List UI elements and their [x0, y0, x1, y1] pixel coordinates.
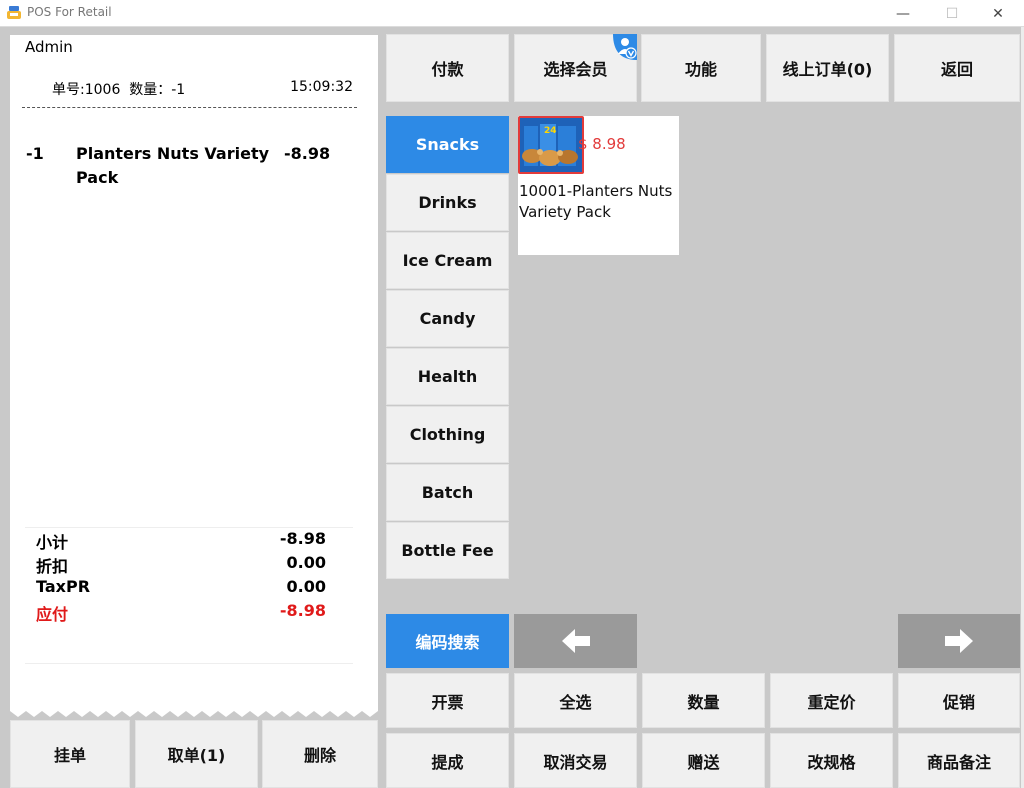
summary-bottom-divider [25, 663, 353, 664]
maximize-button[interactable]: ☐ [929, 0, 975, 27]
function-button[interactable]: 功能 [641, 34, 761, 102]
retrieve-order-button[interactable]: 取单(1) [135, 720, 258, 788]
arrow-right-icon [945, 629, 973, 653]
item-quantity: -1 [26, 144, 44, 163]
pay-button[interactable]: 付款 [386, 34, 509, 102]
change-spec-button[interactable]: 改规格 [770, 733, 893, 788]
product-image: 24 [518, 116, 584, 174]
product-price: $ 8.98 [578, 135, 626, 153]
select-member-button[interactable]: 选择会员 [514, 34, 637, 102]
amount-due-value: -8.98 [279, 601, 326, 620]
next-page-button[interactable] [898, 614, 1020, 668]
arrow-left-icon [561, 629, 590, 653]
item-price: -8.98 [284, 144, 331, 163]
delete-button[interactable]: 删除 [262, 720, 378, 788]
minimize-button[interactable]: — [880, 0, 926, 27]
category-ice-cream[interactable]: Ice Cream [386, 232, 509, 289]
code-search-button[interactable]: 编码搜索 [386, 614, 509, 668]
online-orders-button[interactable]: 线上订单(0) [766, 34, 889, 102]
cancel-transaction-button[interactable]: 取消交易 [514, 733, 637, 788]
product-name: 10001-Planters Nuts Variety Pack [519, 182, 673, 221]
amount-due-label: 应付 [36, 605, 69, 624]
commission-button[interactable]: 提成 [386, 733, 509, 788]
tax-label: TaxPR [36, 577, 91, 596]
promotion-button[interactable]: 促销 [898, 673, 1020, 728]
back-button[interactable]: 返回 [894, 34, 1020, 102]
tax-value: 0.00 [286, 577, 326, 596]
category-batch[interactable]: Batch [386, 464, 509, 521]
product-card[interactable]: 24 $ 8.98 10001-Planters Nuts Variety Pa… [518, 116, 679, 255]
select-all-button[interactable]: 全选 [514, 673, 637, 728]
close-button[interactable]: ✕ [975, 0, 1021, 27]
receipt-divider [22, 107, 357, 108]
previous-page-button[interactable] [514, 614, 637, 668]
category-snacks[interactable]: Snacks [386, 116, 509, 173]
order-time: 15:09:32 [290, 79, 353, 95]
window-title: POS For Retail [27, 5, 112, 19]
title-bar: POS For Retail — ☐ ✕ [0, 0, 1024, 27]
receipt-zigzag-edge [10, 705, 378, 717]
item-name: Planters Nuts Variety Pack [76, 144, 270, 187]
product-note-button[interactable]: 商品备注 [898, 733, 1020, 788]
discount-label: 折扣 [36, 557, 69, 576]
summary-divider [25, 527, 353, 528]
invoice-button[interactable]: 开票 [386, 673, 509, 728]
subtotal-value: -8.98 [279, 529, 326, 548]
quantity-button[interactable]: 数量 [642, 673, 765, 728]
category-drinks[interactable]: Drinks [386, 174, 509, 231]
receipt-panel: Admin 单号:1006 数量：-1 15:09:32 -1 Planters… [10, 35, 378, 705]
order-info: 单号:1006 数量：-1 [52, 82, 186, 98]
category-bottle-fee[interactable]: Bottle Fee [386, 522, 509, 579]
category-health[interactable]: Health [386, 348, 509, 405]
category-candy[interactable]: Candy [386, 290, 509, 347]
discount-value: 0.00 [286, 553, 326, 572]
member-icon [613, 34, 637, 60]
pack-count-text: 24 [544, 126, 557, 136]
operator-name: Admin [25, 38, 73, 56]
hold-order-button[interactable]: 挂单 [10, 720, 130, 788]
category-clothing[interactable]: Clothing [386, 406, 509, 463]
gift-button[interactable]: 赠送 [642, 733, 765, 788]
reprice-button[interactable]: 重定价 [770, 673, 893, 728]
nuts-pack-image: 24 [520, 118, 582, 172]
subtotal-label: 小计 [36, 533, 69, 552]
app-logo-icon [7, 6, 21, 19]
